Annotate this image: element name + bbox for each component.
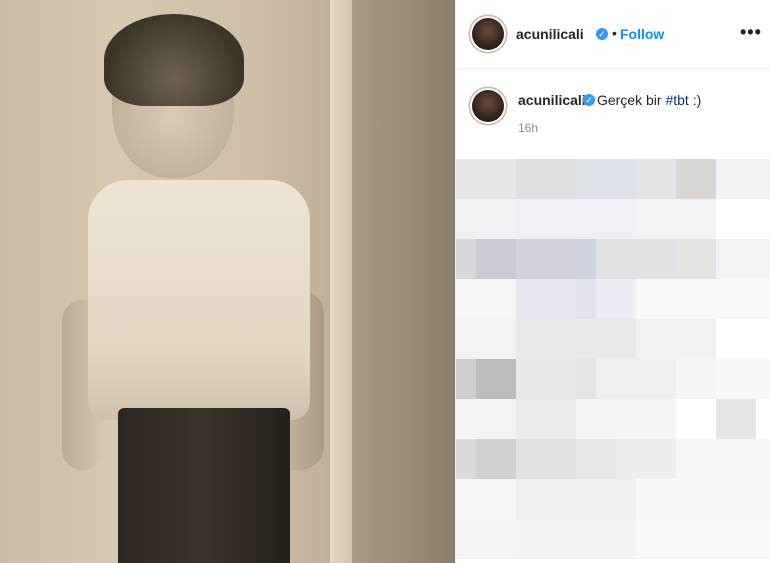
post-header: acunilicali ✓ • Follow ••• <box>456 0 770 69</box>
blurred-comment-block <box>576 359 596 399</box>
blurred-comment-block <box>636 319 716 359</box>
blurred-comment-block <box>516 239 576 279</box>
blurred-comment-block <box>476 439 516 479</box>
blurred-comment-block <box>456 479 516 519</box>
blurred-comment-block <box>676 159 716 199</box>
blurred-comment-block <box>676 239 716 279</box>
blurred-comment-block <box>516 519 636 559</box>
blurred-comment-block <box>516 479 636 519</box>
blurred-comment-block <box>456 359 476 399</box>
blurred-comment-block <box>576 239 596 279</box>
blurred-comment-block <box>456 199 516 239</box>
photo-child-shirt <box>88 180 310 420</box>
blurred-comment-block <box>716 159 770 199</box>
more-options-icon[interactable]: ••• <box>740 22 762 43</box>
blurred-comment-block <box>576 159 636 199</box>
caption-text: Gerçek bir #tbt :) <box>597 92 701 108</box>
blurred-comments-area <box>456 155 770 563</box>
blurred-comment-block <box>476 359 516 399</box>
blurred-comment-block <box>516 199 636 239</box>
blurred-comment-block <box>576 279 596 319</box>
blurred-comment-block <box>516 359 576 399</box>
blurred-comment-block <box>616 439 676 479</box>
blurred-comment-block <box>716 239 770 279</box>
post-side-panel: acunilicali ✓ • Follow ••• acunilicali ✓… <box>455 0 770 563</box>
photo-wall <box>352 0 455 563</box>
caption-suffix: :) <box>688 92 702 108</box>
caption-hashtag-link[interactable]: #tbt <box>665 92 688 108</box>
blurred-comment-block <box>636 199 716 239</box>
blurred-comment-block <box>576 399 676 439</box>
blurred-comment-block <box>456 239 476 279</box>
blurred-comment-block <box>456 159 516 199</box>
photo-child-hair <box>104 14 244 106</box>
blurred-comment-block <box>456 439 476 479</box>
caption-avatar[interactable] <box>472 90 504 122</box>
header-username[interactable]: acunilicali <box>516 26 584 42</box>
header-separator: • <box>612 25 617 41</box>
blurred-comment-block <box>676 359 716 399</box>
blurred-comment-block <box>516 279 576 319</box>
photo-child-pants <box>118 408 290 563</box>
blurred-comment-block <box>676 439 770 479</box>
blurred-comment-block <box>716 359 770 399</box>
blurred-comment-block <box>596 359 676 399</box>
blurred-comment-block <box>636 159 676 199</box>
verified-badge-icon: ✓ <box>583 94 595 106</box>
blurred-comment-block <box>516 319 636 359</box>
blurred-comment-block <box>516 439 576 479</box>
avatar[interactable] <box>472 18 504 50</box>
blurred-comment-block <box>456 399 516 439</box>
blurred-comment-block <box>596 279 636 319</box>
blurred-comment-block <box>516 399 576 439</box>
blurred-comment-block <box>636 479 770 519</box>
blurred-comment-block <box>596 239 676 279</box>
blurred-comment-block <box>516 159 576 199</box>
post-photo[interactable] <box>0 0 455 563</box>
blurred-comment-block <box>716 399 756 439</box>
blurred-comment-block <box>576 439 616 479</box>
follow-button[interactable]: Follow <box>620 26 664 42</box>
caption-username[interactable]: acunilicali <box>518 92 586 108</box>
blurred-comment-block <box>636 279 770 319</box>
caption-body: Gerçek bir <box>597 92 666 108</box>
post-timestamp[interactable]: 16h <box>518 121 538 135</box>
blurred-comment-block <box>456 279 516 319</box>
photo-door-edge <box>330 0 354 563</box>
blurred-comment-block <box>636 519 770 559</box>
blurred-comment-block <box>476 239 516 279</box>
blurred-comment-block <box>456 519 516 559</box>
verified-badge-icon: ✓ <box>596 28 608 40</box>
blurred-comment-block <box>456 319 516 359</box>
